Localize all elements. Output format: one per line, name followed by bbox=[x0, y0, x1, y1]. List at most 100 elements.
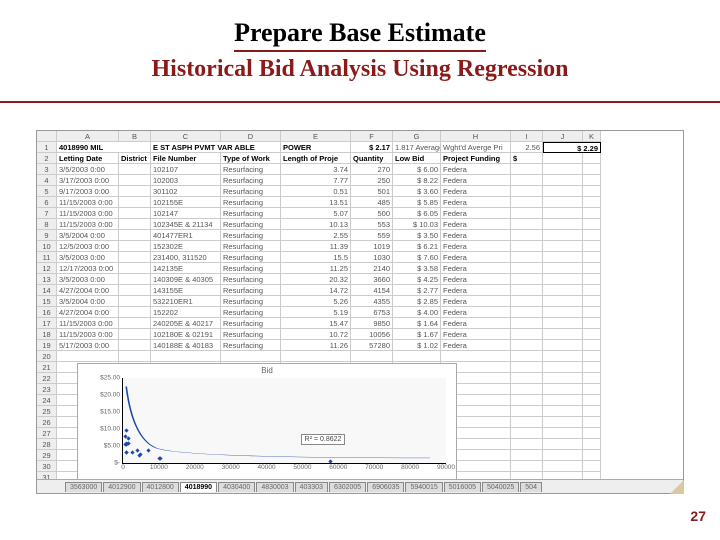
cell[interactable] bbox=[511, 417, 543, 428]
funding[interactable]: Federa bbox=[441, 219, 511, 230]
letting-date[interactable]: 11/15/2003 0:00 bbox=[57, 197, 119, 208]
row-header[interactable]: 19 bbox=[37, 340, 57, 351]
sheet-tab[interactable]: 403303 bbox=[295, 482, 328, 492]
district[interactable] bbox=[119, 230, 151, 241]
hdr-letting[interactable]: Letting Date bbox=[57, 153, 119, 164]
cell[interactable] bbox=[511, 351, 543, 362]
hdr-lowbid[interactable]: Low Bid bbox=[393, 153, 441, 164]
quantity[interactable]: 3660 bbox=[351, 274, 393, 285]
corner-cell[interactable] bbox=[37, 131, 57, 142]
district[interactable] bbox=[119, 329, 151, 340]
quantity[interactable]: 1019 bbox=[351, 241, 393, 252]
cell[interactable] bbox=[583, 373, 601, 384]
letting-date[interactable]: 12/17/2003 0:00 bbox=[57, 263, 119, 274]
quantity[interactable]: 6753 bbox=[351, 307, 393, 318]
cell[interactable] bbox=[583, 164, 601, 175]
cell[interactable] bbox=[583, 263, 601, 274]
letting-date[interactable]: 11/15/2003 0:00 bbox=[57, 219, 119, 230]
item-desc[interactable]: E ST ASPH PVMT VAR ABLE bbox=[151, 142, 281, 153]
file-number[interactable]: 102107 bbox=[151, 164, 221, 175]
work-type[interactable]: Resurfacing bbox=[221, 208, 281, 219]
cell[interactable] bbox=[583, 318, 601, 329]
work-type[interactable]: Resurfacing bbox=[221, 186, 281, 197]
row-header[interactable]: 6 bbox=[37, 197, 57, 208]
cell[interactable] bbox=[511, 428, 543, 439]
file-number[interactable]: 140188E & 40183 bbox=[151, 340, 221, 351]
work-type[interactable]: Resurfacing bbox=[221, 318, 281, 329]
cell[interactable] bbox=[543, 329, 583, 340]
work-type[interactable]: Resurfacing bbox=[221, 296, 281, 307]
file-number[interactable]: 532210ER1 bbox=[151, 296, 221, 307]
quantity[interactable]: 2140 bbox=[351, 263, 393, 274]
letting-date[interactable]: 4/27/2004 0:00 bbox=[57, 307, 119, 318]
funding[interactable]: Federa bbox=[441, 164, 511, 175]
low-bid[interactable]: $ 6.21 bbox=[393, 241, 441, 252]
cell[interactable] bbox=[543, 373, 583, 384]
cell[interactable] bbox=[583, 307, 601, 318]
length[interactable]: 0.51 bbox=[281, 186, 351, 197]
quantity[interactable]: 4154 bbox=[351, 285, 393, 296]
file-number[interactable]: 143155E bbox=[151, 285, 221, 296]
cell[interactable] bbox=[583, 186, 601, 197]
cell[interactable] bbox=[543, 219, 583, 230]
funding[interactable]: Federa bbox=[441, 274, 511, 285]
avg-price[interactable]: 2.56 bbox=[511, 142, 543, 153]
low-bid[interactable]: $ 5.85 bbox=[393, 197, 441, 208]
district[interactable] bbox=[119, 263, 151, 274]
letting-date[interactable]: 3/17/2003 0:00 bbox=[57, 175, 119, 186]
district[interactable] bbox=[119, 318, 151, 329]
cell[interactable] bbox=[583, 285, 601, 296]
cell[interactable] bbox=[511, 329, 543, 340]
cell[interactable] bbox=[583, 461, 601, 472]
row-header[interactable]: 28 bbox=[37, 439, 57, 450]
row-header[interactable]: 26 bbox=[37, 417, 57, 428]
row-header[interactable]: 8 bbox=[37, 219, 57, 230]
sheet-tab[interactable]: 6302005 bbox=[329, 482, 366, 492]
cell[interactable] bbox=[583, 175, 601, 186]
low-bid[interactable]: $ 7.60 bbox=[393, 252, 441, 263]
sheet-tab[interactable]: 4012800 bbox=[142, 482, 179, 492]
district[interactable] bbox=[119, 307, 151, 318]
work-type[interactable]: Resurfacing bbox=[221, 219, 281, 230]
cell[interactable] bbox=[583, 406, 601, 417]
length[interactable]: 3.74 bbox=[281, 164, 351, 175]
district[interactable] bbox=[119, 219, 151, 230]
cell[interactable] bbox=[543, 164, 583, 175]
cell[interactable] bbox=[511, 274, 543, 285]
row-header[interactable]: 2 bbox=[37, 153, 57, 164]
cell[interactable] bbox=[583, 219, 601, 230]
cell[interactable] bbox=[151, 351, 221, 362]
cell[interactable] bbox=[511, 307, 543, 318]
sheet-tab[interactable]: 504 bbox=[520, 482, 542, 492]
length[interactable]: 20.32 bbox=[281, 274, 351, 285]
file-number[interactable]: 231400, 311520 bbox=[151, 252, 221, 263]
sheet-tab[interactable]: 4030400 bbox=[218, 482, 255, 492]
hdr-funding[interactable]: Project Funding bbox=[441, 153, 511, 164]
file-number[interactable]: 102345E & 21134 bbox=[151, 219, 221, 230]
cell[interactable] bbox=[511, 362, 543, 373]
row-header[interactable]: 12 bbox=[37, 263, 57, 274]
cell[interactable] bbox=[583, 362, 601, 373]
quantity[interactable]: 4355 bbox=[351, 296, 393, 307]
cell[interactable] bbox=[281, 351, 351, 362]
row-header[interactable]: 29 bbox=[37, 450, 57, 461]
cell[interactable] bbox=[543, 461, 583, 472]
row-header[interactable]: 18 bbox=[37, 329, 57, 340]
row-header[interactable]: 10 bbox=[37, 241, 57, 252]
low-bid[interactable]: $ 3.50 bbox=[393, 230, 441, 241]
letting-date[interactable]: 3/5/2003 0:00 bbox=[57, 274, 119, 285]
cell[interactable] bbox=[511, 450, 543, 461]
length[interactable]: 14.72 bbox=[281, 285, 351, 296]
cell[interactable] bbox=[543, 197, 583, 208]
quantity[interactable]: 250 bbox=[351, 175, 393, 186]
funding[interactable]: Federa bbox=[441, 340, 511, 351]
cell[interactable] bbox=[511, 296, 543, 307]
letting-date[interactable]: 4/27/2004 0:00 bbox=[57, 285, 119, 296]
funding[interactable]: Federa bbox=[441, 285, 511, 296]
quantity[interactable]: 500 bbox=[351, 208, 393, 219]
letting-date[interactable]: 5/17/2003 0:00 bbox=[57, 340, 119, 351]
low-bid[interactable]: $ 4.25 bbox=[393, 274, 441, 285]
cell[interactable] bbox=[583, 329, 601, 340]
cell[interactable] bbox=[511, 373, 543, 384]
district[interactable] bbox=[119, 175, 151, 186]
